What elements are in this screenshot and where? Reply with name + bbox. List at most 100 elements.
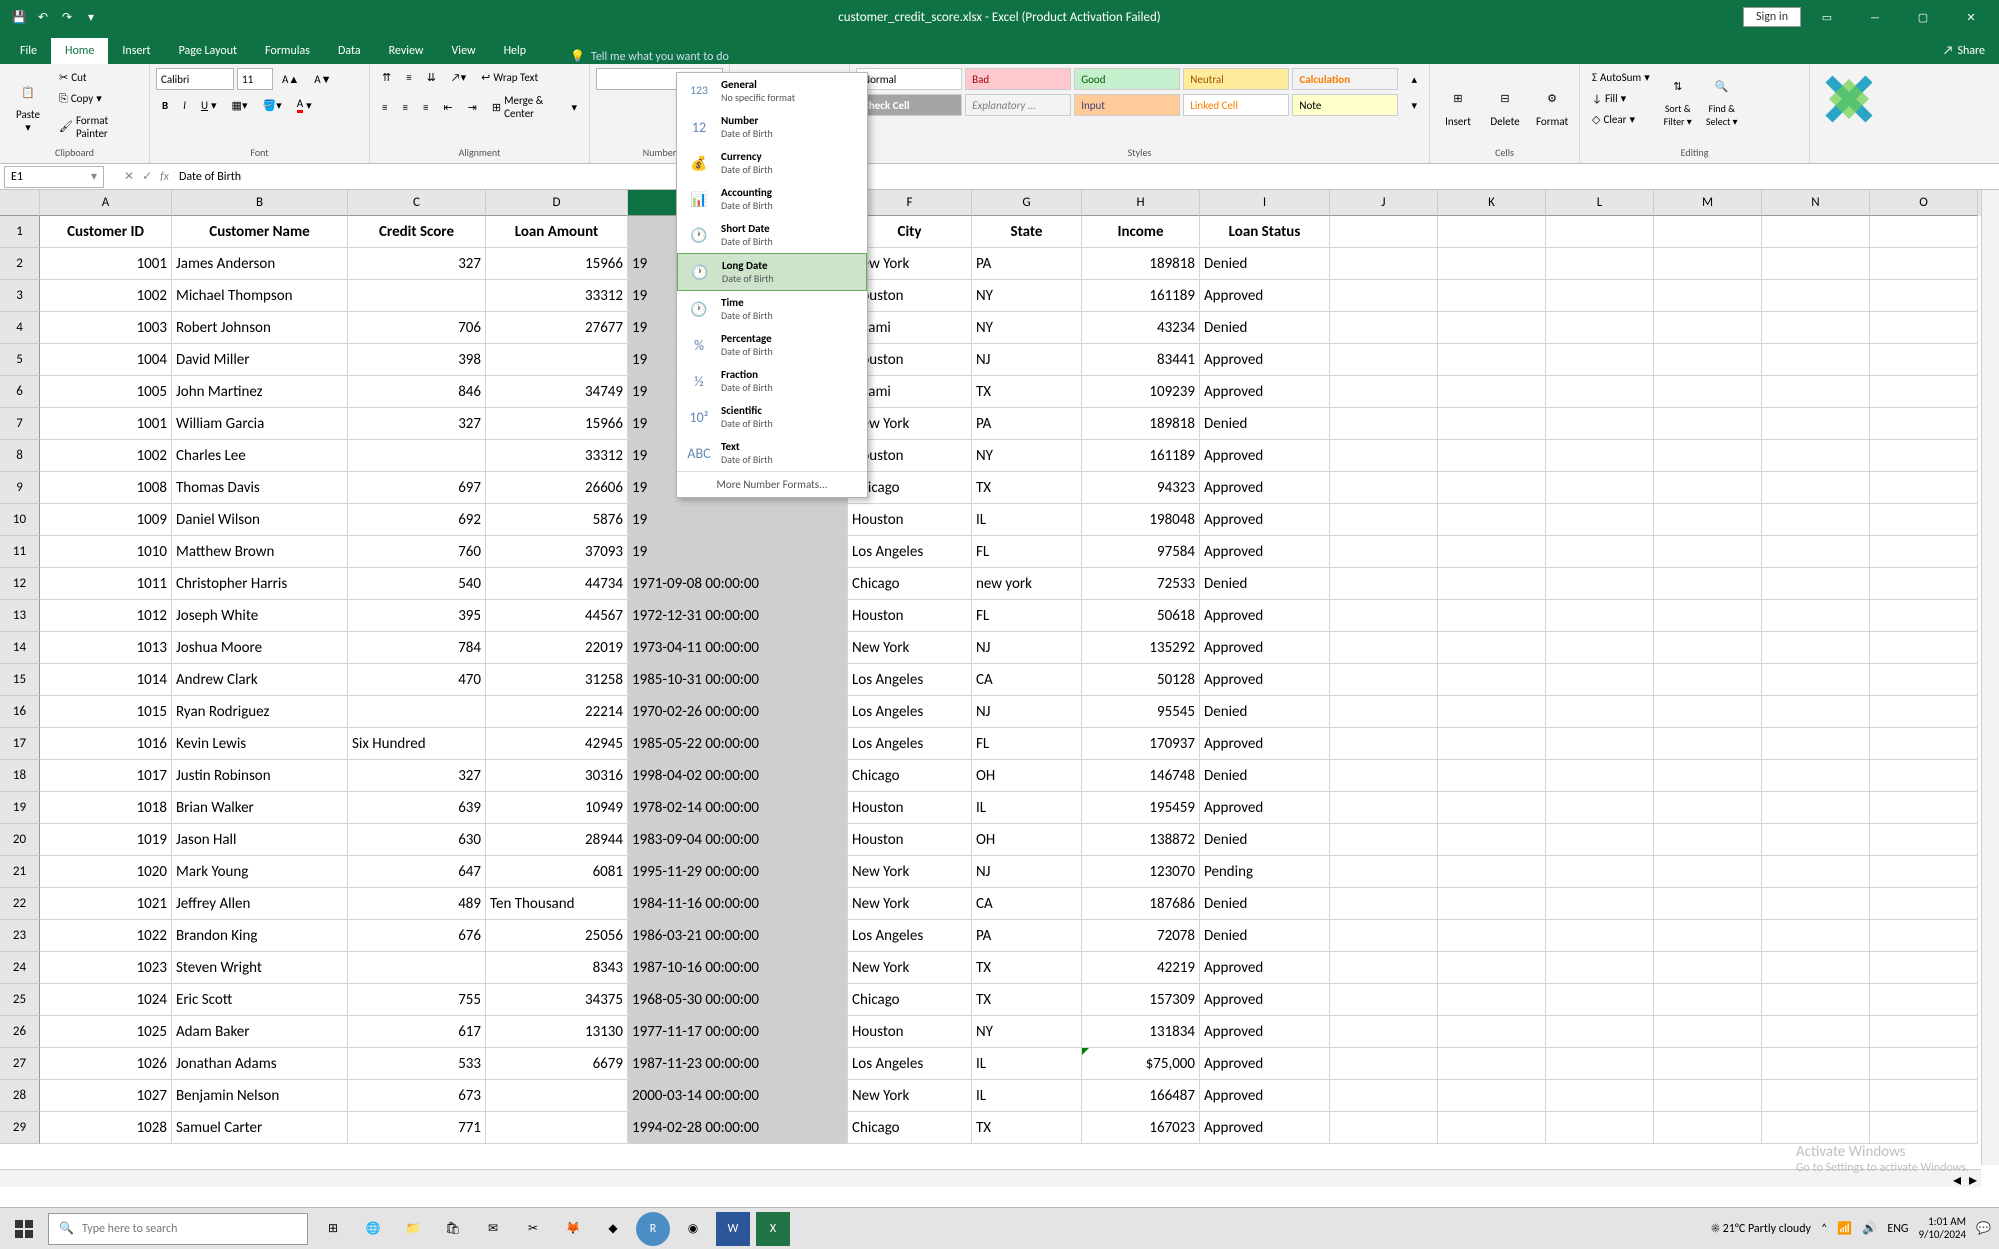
cell[interactable]: Denied: [1200, 888, 1330, 920]
cell[interactable]: Charles Lee: [172, 440, 348, 472]
cell[interactable]: 195459: [1082, 792, 1200, 824]
minimize-button[interactable]: —: [1853, 0, 1897, 34]
cell[interactable]: [1546, 664, 1654, 696]
header-cell[interactable]: Credit Score: [348, 216, 486, 248]
cell[interactable]: 1001: [40, 408, 172, 440]
cell[interactable]: 395: [348, 600, 486, 632]
signin-button[interactable]: Sign in: [1743, 7, 1801, 27]
cell[interactable]: [1330, 920, 1438, 952]
cell[interactable]: Pending: [1200, 856, 1330, 888]
cell[interactable]: Los Angeles: [848, 728, 972, 760]
row-header[interactable]: 26: [0, 1016, 40, 1048]
style-bad[interactable]: Bad: [965, 68, 1071, 90]
volume-icon[interactable]: 🔊: [1862, 1221, 1877, 1236]
cell[interactable]: 5876: [486, 504, 628, 536]
cell[interactable]: [1870, 568, 1978, 600]
cell[interactable]: [1654, 696, 1762, 728]
cell[interactable]: [1330, 696, 1438, 728]
row-header[interactable]: 21: [0, 856, 40, 888]
cell[interactable]: Houston: [848, 600, 972, 632]
cell[interactable]: [1330, 568, 1438, 600]
cell[interactable]: [1870, 312, 1978, 344]
row-header[interactable]: 1: [0, 216, 40, 248]
cell[interactable]: [348, 440, 486, 472]
vertical-scrollbar[interactable]: [1981, 190, 1999, 1165]
cell[interactable]: [1762, 376, 1870, 408]
row-header[interactable]: 25: [0, 984, 40, 1016]
row-header[interactable]: 15: [0, 664, 40, 696]
cell[interactable]: 34749: [486, 376, 628, 408]
row-header[interactable]: 29: [0, 1112, 40, 1144]
cell[interactable]: Jason Hall: [172, 824, 348, 856]
cell[interactable]: New York: [848, 1080, 972, 1112]
cell[interactable]: 10949: [486, 792, 628, 824]
cell[interactable]: 1998-04-02 00:00:00: [628, 760, 848, 792]
cell[interactable]: 167023: [1082, 1112, 1200, 1144]
cell[interactable]: [1330, 472, 1438, 504]
cell[interactable]: 1994-02-28 00:00:00: [628, 1112, 848, 1144]
cell[interactable]: Denied: [1200, 312, 1330, 344]
cell[interactable]: [1438, 920, 1546, 952]
row-header[interactable]: 19: [0, 792, 40, 824]
cell[interactable]: 161189: [1082, 280, 1200, 312]
cell[interactable]: 83441: [1082, 344, 1200, 376]
align-center-icon[interactable]: ≡: [396, 98, 413, 117]
cell[interactable]: [1438, 856, 1546, 888]
style-linked-cell[interactable]: Linked Cell: [1183, 94, 1289, 116]
cell[interactable]: [1438, 408, 1546, 440]
cell[interactable]: [1546, 1016, 1654, 1048]
mail-icon[interactable]: ✉: [476, 1212, 510, 1246]
header-cell[interactable]: State: [972, 216, 1082, 248]
row-header[interactable]: 6: [0, 376, 40, 408]
cell[interactable]: Ryan Rodriguez: [172, 696, 348, 728]
cell[interactable]: Michael Thompson: [172, 280, 348, 312]
row-header[interactable]: 13: [0, 600, 40, 632]
cell[interactable]: 1008: [40, 472, 172, 504]
cell[interactable]: Houston: [848, 792, 972, 824]
name-box[interactable]: E1▾: [4, 166, 104, 188]
cell[interactable]: 1019: [40, 824, 172, 856]
cell[interactable]: Denied: [1200, 696, 1330, 728]
cell[interactable]: 1028: [40, 1112, 172, 1144]
nf-currency[interactable]: 💰CurrencyDate of Birth: [677, 145, 867, 181]
cell[interactable]: 131834: [1082, 1016, 1200, 1048]
cell[interactable]: 37093: [486, 536, 628, 568]
cell[interactable]: [1762, 408, 1870, 440]
cell[interactable]: 1018: [40, 792, 172, 824]
cell[interactable]: [1870, 248, 1978, 280]
row-header[interactable]: 20: [0, 824, 40, 856]
header-cell[interactable]: Customer ID: [40, 216, 172, 248]
cell[interactable]: 157309: [1082, 984, 1200, 1016]
cell[interactable]: [1870, 504, 1978, 536]
cell[interactable]: 72533: [1082, 568, 1200, 600]
cell[interactable]: 1002: [40, 440, 172, 472]
cancel-formula-icon[interactable]: ✕: [124, 169, 134, 184]
cell[interactable]: [1330, 760, 1438, 792]
style-good[interactable]: Good: [1074, 68, 1180, 90]
tab-file[interactable]: File: [6, 38, 51, 64]
cell[interactable]: 1012: [40, 600, 172, 632]
cell[interactable]: [1762, 248, 1870, 280]
cell[interactable]: Brian Walker: [172, 792, 348, 824]
header-cell[interactable]: Loan Amount: [486, 216, 628, 248]
cell[interactable]: [1762, 1048, 1870, 1080]
wrap-text-button[interactable]: ↩Wrap Text: [475, 68, 544, 87]
cell[interactable]: Houston: [848, 1016, 972, 1048]
cell[interactable]: 639: [348, 792, 486, 824]
header-cell[interactable]: [1654, 216, 1762, 248]
cell[interactable]: 27677: [486, 312, 628, 344]
nf-percentage[interactable]: %PercentageDate of Birth: [677, 327, 867, 363]
tab-insert[interactable]: Insert: [108, 38, 164, 64]
cell[interactable]: 647: [348, 856, 486, 888]
cell[interactable]: 28944: [486, 824, 628, 856]
cell[interactable]: [1330, 952, 1438, 984]
select-all-corner[interactable]: [0, 190, 40, 216]
cell[interactable]: [1330, 792, 1438, 824]
style-note[interactable]: Note: [1292, 94, 1398, 116]
cell[interactable]: 1026: [40, 1048, 172, 1080]
cell[interactable]: [1870, 1048, 1978, 1080]
start-button[interactable]: [0, 1220, 48, 1238]
style-input[interactable]: Input: [1074, 94, 1180, 116]
cell[interactable]: Jeffrey Allen: [172, 888, 348, 920]
cell[interactable]: [1438, 1112, 1546, 1144]
